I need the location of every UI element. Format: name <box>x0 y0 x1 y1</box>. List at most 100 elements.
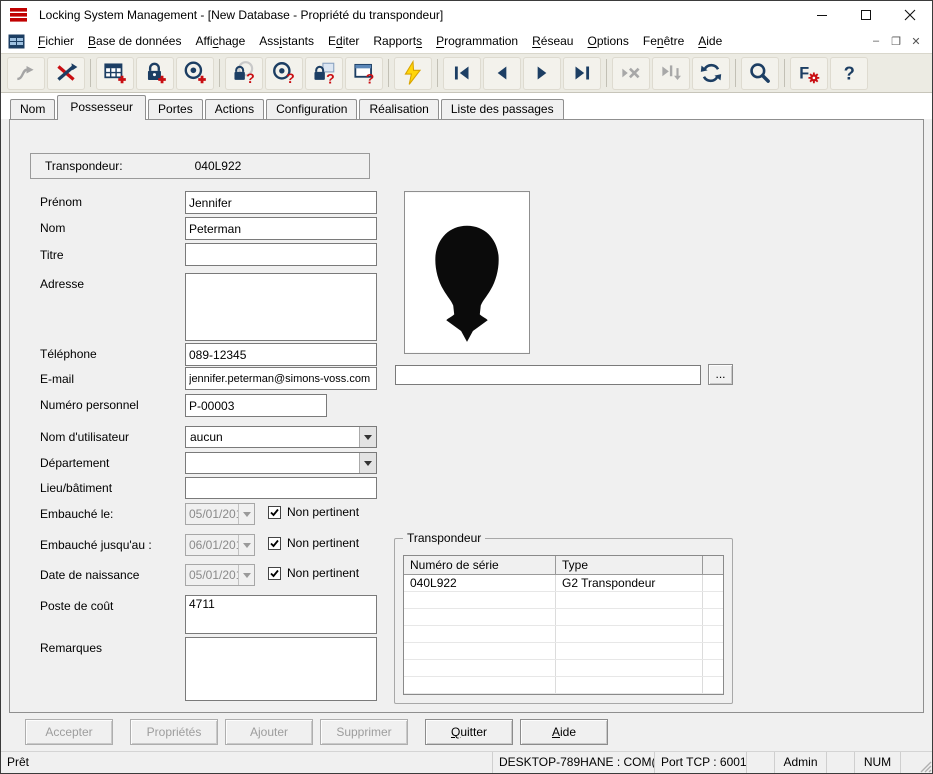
status-cell-num: NUM <box>854 752 900 773</box>
table-cell <box>703 575 723 591</box>
menu-fen-tre[interactable]: Fenêtre <box>636 31 691 51</box>
telephone-field[interactable] <box>185 343 377 366</box>
menu-base-de-donn-es[interactable]: Base de données <box>81 31 188 51</box>
program-flash-icon[interactable] <box>394 57 432 90</box>
read-lock-icon[interactable]: ? <box>225 57 263 90</box>
menu-r-seau[interactable]: Réseau <box>525 31 580 51</box>
status-ready-text: Prêt <box>1 752 492 773</box>
chevron-down-icon <box>238 535 254 555</box>
titre-field[interactable] <box>185 243 377 266</box>
email-label: E-mail <box>40 372 74 386</box>
read-transponder-icon[interactable]: ? <box>265 57 303 90</box>
new-locking-system-icon[interactable] <box>96 57 134 90</box>
tab-liste-des-passages[interactable]: Liste des passages <box>441 99 564 119</box>
chevron-down-icon[interactable] <box>359 453 376 473</box>
read-lock-g1-icon[interactable]: ? <box>305 57 343 90</box>
tab-possesseur[interactable]: Possesseur <box>57 95 146 120</box>
departement-combo[interactable] <box>185 452 377 474</box>
menu-rapports[interactable]: Rapports <box>366 31 429 51</box>
nav-last-icon[interactable] <box>563 57 601 90</box>
table-cell <box>404 677 556 693</box>
date-naissance-non-pertinent[interactable]: Non pertinent <box>268 566 359 580</box>
tab-configuration[interactable]: Configuration <box>266 99 357 119</box>
embauche-le-non-pertinent[interactable]: Non pertinent <box>268 505 359 519</box>
photo-path-field[interactable] <box>395 365 701 385</box>
table-empty-row[interactable] <box>404 592 723 609</box>
refresh-icon[interactable] <box>692 57 730 90</box>
browse-button[interactable]: ... <box>708 364 733 385</box>
table-empty-row[interactable] <box>404 694 723 695</box>
svg-text:?: ? <box>844 63 855 84</box>
ajouter-button: Ajouter <box>225 719 313 745</box>
table-row[interactable]: 040L922G2 Transpondeur <box>404 575 723 592</box>
menu-assistants[interactable]: Assistants <box>252 31 321 51</box>
checkbox-checked-icon[interactable] <box>268 567 281 580</box>
status-cell-desktop-789hane-com: DESKTOP-789HANE : COM(*) <box>492 752 654 773</box>
table-empty-row[interactable] <box>404 626 723 643</box>
numero-personnel-label: Numéro personnel <box>40 398 139 412</box>
table-empty-row[interactable] <box>404 609 723 626</box>
table-cell <box>703 609 723 625</box>
prenom-label: Prénom <box>40 195 82 209</box>
search-icon[interactable] <box>741 57 779 90</box>
table-cell <box>703 660 723 676</box>
poste-cout-field[interactable]: 4711 <box>185 595 377 634</box>
titre-label: Titre <box>40 248 64 262</box>
chevron-down-icon[interactable] <box>359 427 376 447</box>
aide-button[interactable]: Aide <box>520 719 608 745</box>
lieu-batiment-field[interactable] <box>185 477 377 499</box>
menu-fichier[interactable]: Fichier <box>31 31 81 51</box>
menu-programmation[interactable]: Programmation <box>429 31 525 51</box>
nav-first-icon[interactable] <box>443 57 481 90</box>
resize-grip[interactable] <box>916 752 932 773</box>
mdi-close-button[interactable]: ✕ <box>906 32 926 50</box>
new-lock-icon[interactable] <box>136 57 174 90</box>
transponder-header-box: Transpondeur: 040L922 <box>30 153 370 179</box>
checkbox-checked-icon[interactable] <box>268 506 281 519</box>
minimize-button[interactable] <box>800 1 844 29</box>
table-cell <box>556 592 703 608</box>
report-settings-icon[interactable]: F <box>790 57 828 90</box>
menu-options[interactable]: Options <box>580 31 635 51</box>
adresse-field[interactable] <box>185 273 377 341</box>
adresse-label: Adresse <box>40 277 84 291</box>
menu-aide[interactable]: Aide <box>691 31 729 51</box>
new-transponder-icon[interactable] <box>176 57 214 90</box>
date-naissance-label: Date de naissance <box>40 568 139 582</box>
status-cells: DESKTOP-789HANE : COM(*)Port TCP : 6001A… <box>492 752 916 773</box>
mdi-minimize-button[interactable]: – <box>866 32 886 50</box>
nom-utilisateur-combo[interactable]: aucun <box>185 426 377 448</box>
tab-nom[interactable]: Nom <box>10 99 55 119</box>
embauche-jusquau-non-pertinent[interactable]: Non pertinent <box>268 536 359 550</box>
tab-actions[interactable]: Actions <box>205 99 264 119</box>
read-network-icon[interactable]: ? <box>345 57 383 90</box>
table-cell <box>703 677 723 693</box>
table-cell <box>703 626 723 642</box>
numero-personnel-field[interactable] <box>185 394 327 417</box>
nav-next-icon[interactable] <box>523 57 561 90</box>
departement-label: Département <box>40 456 109 470</box>
checkbox-checked-icon[interactable] <box>268 537 281 550</box>
quitter-button[interactable]: Quitter <box>425 719 513 745</box>
remarques-field[interactable] <box>185 637 377 701</box>
status-cell-admin: Admin <box>774 752 826 773</box>
email-field[interactable] <box>185 367 377 390</box>
transponder-table[interactable]: Numéro de sérieType040L922G2 Transpondeu… <box>403 555 724 695</box>
table-empty-row[interactable] <box>404 677 723 694</box>
nav-prev-icon[interactable] <box>483 57 521 90</box>
table-cell: G2 Transpondeur <box>556 575 703 591</box>
menu-editer[interactable]: Editer <box>321 31 366 51</box>
help-icon[interactable]: ? <box>830 57 868 90</box>
mdi-restore-button[interactable]: ❐ <box>886 32 906 50</box>
table-empty-row[interactable] <box>404 660 723 677</box>
disconnect-icon[interactable] <box>47 57 85 90</box>
svg-text:?: ? <box>246 70 255 86</box>
menu-affichage[interactable]: Affichage <box>188 31 252 51</box>
nom-field[interactable] <box>185 217 377 240</box>
maximize-button[interactable] <box>844 1 888 29</box>
table-empty-row[interactable] <box>404 643 723 660</box>
close-button[interactable] <box>888 1 932 29</box>
tab-r-alisation[interactable]: Réalisation <box>359 99 438 119</box>
tab-portes[interactable]: Portes <box>148 99 203 119</box>
prenom-field[interactable] <box>185 191 377 214</box>
